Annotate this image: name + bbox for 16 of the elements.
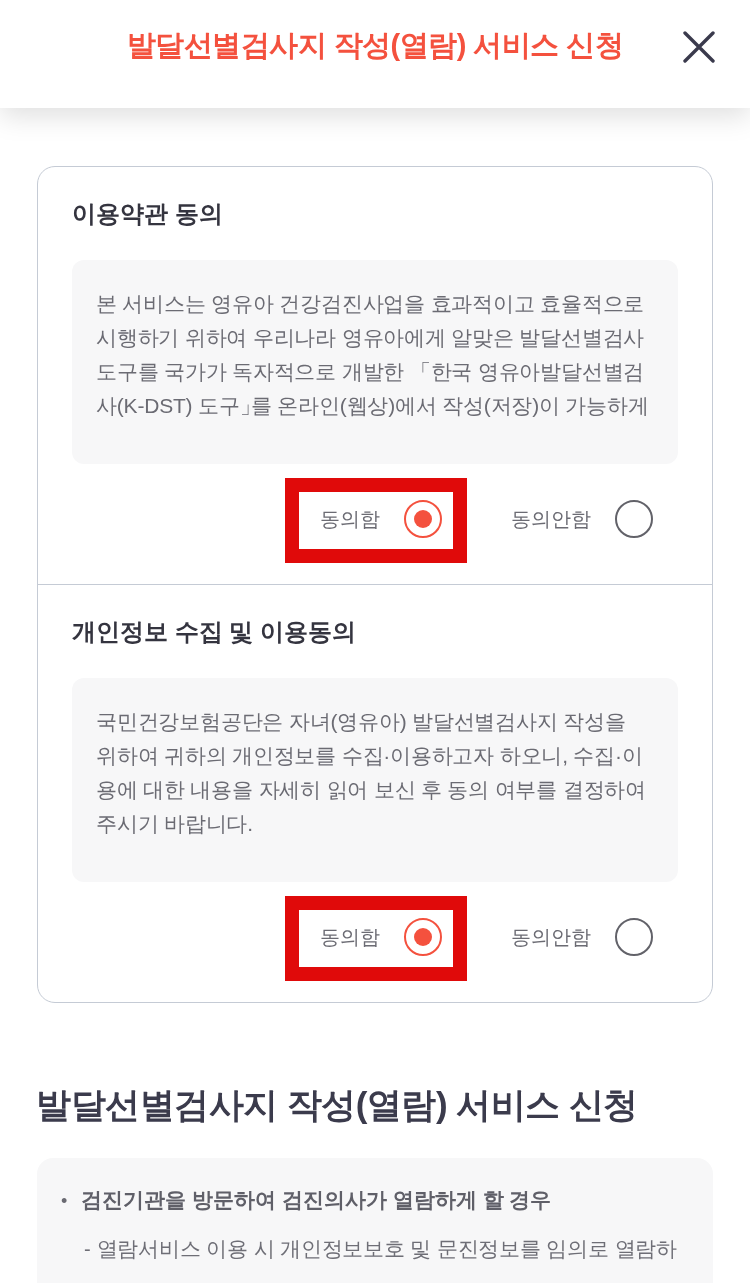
radio-option[interactable]: 동의안함 [511,500,653,538]
info-item-text: 검진기관을 방문하여 검진의사가 열람하게 할 경우 [81,1187,552,1213]
close-button[interactable] [683,31,715,63]
radio-option[interactable]: 동의안함 [511,918,653,956]
header-title: 발달선별검사지 작성(열람) 서비스 신청 [126,28,624,63]
terms-text: 국민건강보험공단은 자녀(영유아) 발달선별검사지 작성을 위하여 귀하의 개인정보를 수집·이용하고자 하오니, 수집·이용에 대한 내용을 자세히 읽어 보신 후 동의 여부를 결정하여 주시기 바랍니다. [96,709,647,837]
dash-mark: - [84,1237,91,1262]
close-icon [683,31,715,63]
section-heading: 발달선별검사지 작성(열람) 서비스 신청 [36,1084,638,1126]
bullet-mark: • [61,1190,68,1213]
radio-option[interactable]: 동의함 [320,918,442,956]
radio-option[interactable]: 동의함 [320,500,442,538]
terms-text: 본 서비스는 영유아 건강검진사업을 효과적이고 효율적으로 시행하기 위하여 우리나라 영유아에게 알맞은 발달선별검사 도구를 국가가 독자적으로 개발한 「한국 영유아발달선별검사(K-DST) 도구」를 온라인(웹상)에서 작성(저장)이 가능하게 [96,291,650,419]
section-title: 개인정보 수집 및 이용동의 [72,617,356,647]
info-detail-text: 열람서비스 이용 시 개인정보보호 및 문진정보를 임의로 열람하 [96,1236,677,1262]
section-title: 이용약관 동의 [72,199,223,229]
